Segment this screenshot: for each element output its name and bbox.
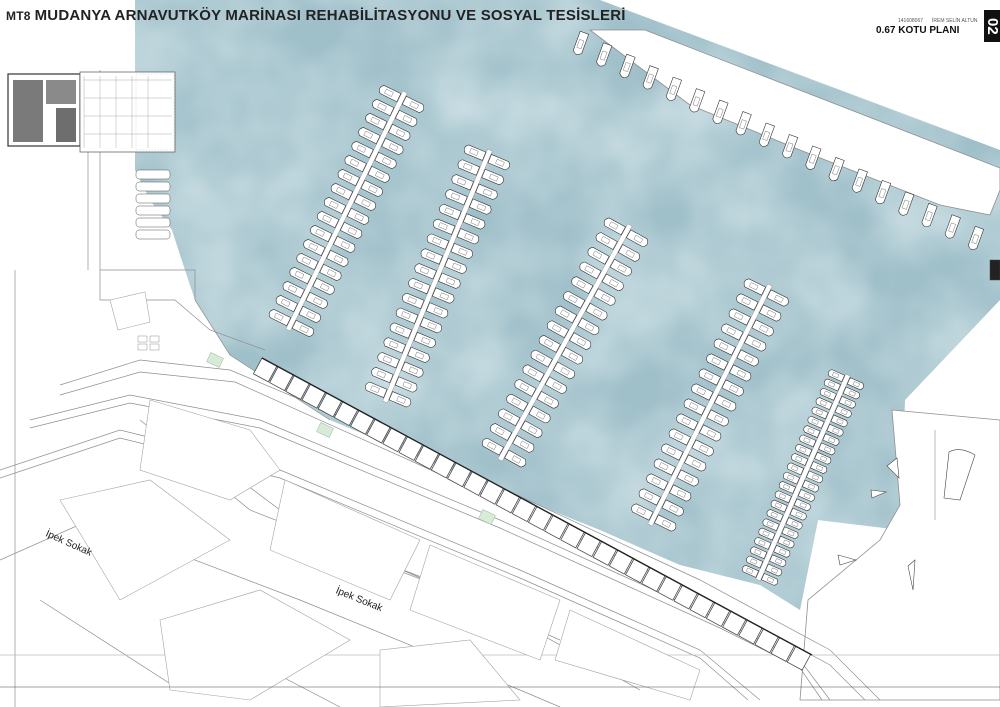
sheet-number: 02 <box>984 10 1000 42</box>
parked-car <box>135 193 171 204</box>
site-plan <box>0 0 1000 707</box>
project-title: MUDANYA ARNAVUTKÖY MARİNASI REHABİLİTASY… <box>34 7 626 24</box>
small-bay <box>149 335 160 343</box>
parked-car <box>135 217 171 228</box>
parked-car <box>135 205 171 216</box>
parked-car <box>135 169 171 180</box>
small-bay <box>137 335 148 343</box>
parked-car <box>135 181 171 192</box>
student-name: İREM SELİN ALTUN <box>932 18 978 24</box>
page-title: MT8 MUDANYA ARNAVUTKÖY MARİNASI REHABİLİT… <box>6 7 626 24</box>
student-id: 141608067 <box>898 18 924 24</box>
parked-car <box>135 229 171 240</box>
plan-title: 0.67 KOTU PLANI <box>876 25 960 36</box>
north-arrow-icon <box>940 54 972 94</box>
facility-buildings <box>7 71 176 153</box>
project-code: MT8 <box>6 9 31 23</box>
small-bay <box>149 343 160 351</box>
small-bay <box>137 343 148 351</box>
